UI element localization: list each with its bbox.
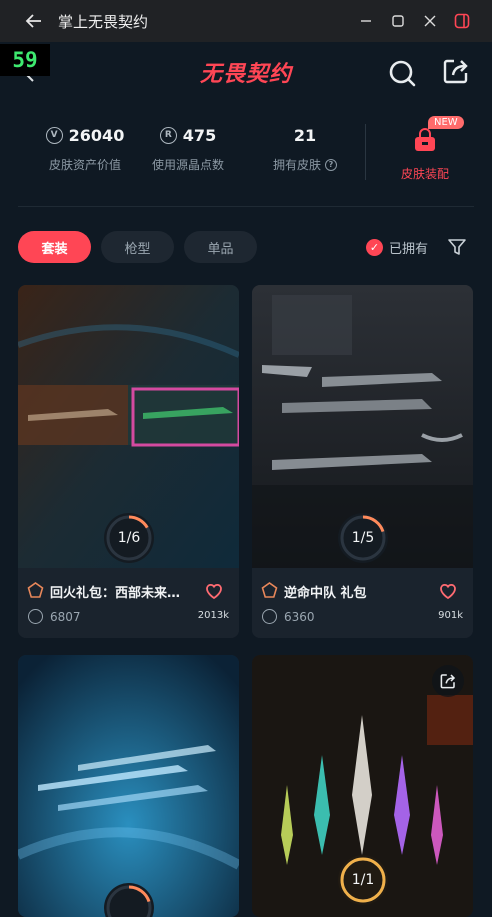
vp-coin-icon: [28, 609, 43, 624]
close-button[interactable]: [414, 5, 446, 37]
skin-equip-label: 皮肤装配: [400, 167, 449, 181]
tab-weapon-type[interactable]: 枪型: [101, 231, 174, 263]
bundle-card[interactable]: [18, 655, 239, 917]
owned-skins-value: 21: [293, 125, 317, 145]
tab-single[interactable]: 单品: [184, 231, 257, 263]
radianite-label: 使用源晶点数: [151, 158, 224, 172]
asset-value: 26040: [68, 125, 125, 145]
check-icon: ✓: [366, 239, 383, 256]
tab-bundle[interactable]: 套装: [18, 231, 91, 263]
new-badge: NEW: [428, 116, 464, 129]
back-arrow-icon[interactable]: [24, 11, 44, 31]
search-icon[interactable]: [387, 58, 417, 88]
skin-equip-button[interactable]: NEW 皮肤装配: [380, 116, 470, 182]
app-header: 无畏契约: [0, 42, 492, 104]
stats-divider: [365, 124, 366, 180]
like-count: 2013k: [197, 610, 229, 621]
window-title-bar: 掌上无畏契约: [0, 0, 492, 42]
bundle-name: 回火礼包：西部未来…: [50, 586, 181, 601]
progress-ring-graphic: [106, 885, 152, 917]
collection-progress-ring: 1/5: [338, 513, 388, 563]
sidebar-toggle-icon[interactable]: [446, 5, 478, 37]
vp-coin-icon: [262, 609, 277, 624]
fps-counter: 59: [0, 44, 50, 76]
stat-asset-value: V 26040 皮肤资产价值: [30, 118, 140, 173]
share-icon[interactable]: [432, 665, 464, 697]
asset-value-label: 皮肤资产价值: [48, 158, 121, 172]
progress-text: 1/5: [351, 530, 375, 546]
bundle-art: [18, 655, 239, 917]
section-divider: [18, 206, 474, 207]
stat-owned-skins: 21 拥有皮肤?: [250, 118, 360, 173]
vp-coin-icon: V: [45, 126, 63, 144]
like-count: 901k: [438, 610, 463, 621]
stat-radianite: R 475 使用源晶点数: [133, 118, 243, 173]
collection-progress-ring: 1/6: [104, 513, 154, 563]
collection-progress-ring: 1/1: [338, 855, 388, 905]
tier-icon: [27, 582, 44, 598]
bundle-price: 6360: [284, 610, 315, 624]
owned-label: 已拥有: [389, 242, 429, 257]
radianite-icon: R: [159, 126, 177, 144]
radianite-value: 475: [182, 125, 217, 145]
locker-icon: [415, 128, 435, 151]
minimize-button[interactable]: [350, 5, 382, 37]
filter-icon[interactable]: [447, 237, 467, 257]
filter-tabs: 套装 枪型 单品: [18, 231, 257, 263]
help-icon[interactable]: ?: [325, 158, 337, 171]
progress-text: 1/6: [117, 530, 141, 546]
share-icon[interactable]: [441, 56, 471, 86]
bundle-price: 6807: [50, 610, 81, 624]
progress-text: 1/1: [351, 872, 375, 888]
collection-progress-ring: [104, 883, 154, 917]
heart-icon[interactable]: [204, 581, 224, 601]
maximize-button[interactable]: [382, 5, 414, 37]
bundle-card[interactable]: 1/1: [252, 655, 473, 917]
heart-icon[interactable]: [438, 581, 458, 601]
card-info: 逆命中队 礼包 6360 901k: [252, 568, 473, 638]
bundle-card[interactable]: 1/5 逆命中队 礼包 6360 901k: [252, 285, 473, 638]
tier-icon: [261, 582, 278, 598]
window-title: 掌上无畏契约: [58, 12, 149, 31]
bundle-card[interactable]: 1/6 回火礼包：西部未来… 6807 2013k: [18, 285, 239, 638]
card-info: 回火礼包：西部未来… 6807 2013k: [18, 568, 239, 638]
bundle-name: 逆命中队 礼包: [284, 586, 367, 601]
owned-skins-label: 拥有皮肤: [272, 158, 321, 172]
owned-filter-toggle[interactable]: ✓ 已拥有: [366, 238, 428, 257]
app-logo: 无畏契约: [199, 62, 292, 87]
